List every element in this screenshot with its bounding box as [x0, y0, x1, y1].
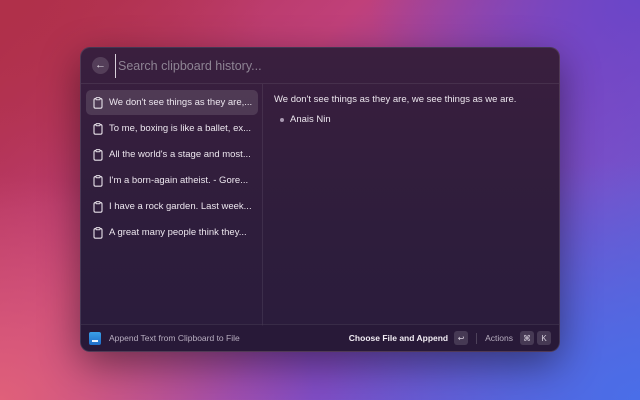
return-key-icon: ↩	[454, 331, 469, 345]
clipboard-history-list: We don't see things as they are,... To m…	[81, 84, 263, 326]
search-bar: ←	[81, 48, 559, 84]
clipboard-icon	[93, 96, 103, 109]
list-item-label: I'm a born-again atheist. - Gore...	[109, 175, 249, 186]
list-item-label: To me, boxing is like a ballet, ex...	[109, 123, 252, 134]
author-name: Anais Nin	[290, 114, 331, 125]
author-line: Anais Nin	[274, 114, 554, 125]
clipboard-content: We don't see things as they are, we see …	[274, 94, 517, 105]
command-key-icon: ⌘	[520, 331, 534, 345]
list-item[interactable]: We don't see things as they are,...	[86, 90, 258, 115]
detail-pane: We don't see things as they are, we see …	[274, 94, 554, 125]
back-button[interactable]: ←	[92, 57, 109, 74]
clipboard-icon	[93, 148, 103, 161]
search-input[interactable]	[115, 53, 559, 78]
k-key: K	[537, 331, 551, 345]
action-bar: Append Text from Clipboard to File Choos…	[81, 324, 559, 351]
clipboard-icon	[93, 122, 103, 135]
clipboard-icon	[93, 174, 103, 187]
bullet-icon	[280, 117, 284, 122]
clipboard-icon	[93, 200, 103, 213]
list-item[interactable]: A great many people think they...	[86, 220, 258, 245]
list-item[interactable]: I have a rock garden. Last week...	[86, 194, 258, 219]
list-item-label: We don't see things as they are,...	[109, 97, 253, 108]
clipboard-history-window: ← We don't see things as they are,... To…	[80, 47, 560, 352]
list-item-label: I have a rock garden. Last week...	[109, 201, 252, 212]
primary-action-button[interactable]: Choose File and Append	[349, 333, 448, 343]
list-item[interactable]: I'm a born-again atheist. - Gore...	[86, 168, 258, 193]
clipboard-icon	[93, 226, 103, 239]
list-item-label: All the world's a stage and most...	[109, 149, 251, 160]
divider	[476, 332, 478, 344]
actions-button[interactable]: Actions	[485, 333, 513, 343]
extension-icon	[89, 331, 101, 345]
list-item-label: A great many people think they...	[109, 227, 247, 238]
extension-title: Append Text from Clipboard to File	[109, 333, 240, 343]
arrow-left-icon: ←	[95, 59, 106, 71]
list-item[interactable]: All the world's a stage and most...	[86, 142, 258, 167]
list-item[interactable]: To me, boxing is like a ballet, ex...	[86, 116, 258, 141]
